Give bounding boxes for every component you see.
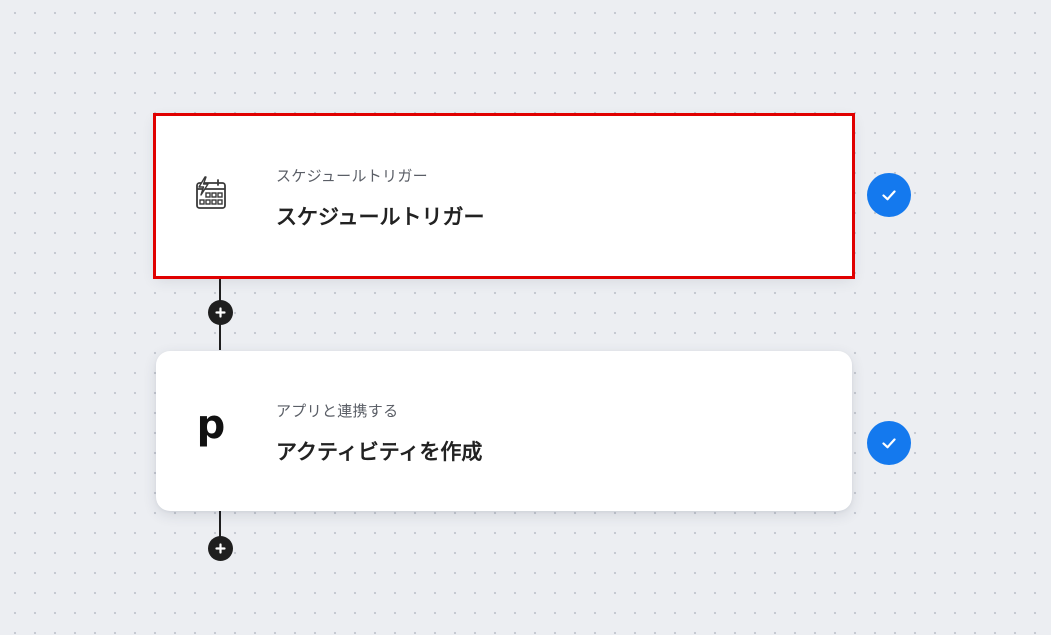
pipedrive-logo-icon: p bbox=[191, 405, 231, 449]
step-app-label: スケジュールトリガー bbox=[276, 167, 428, 185]
add-step-button[interactable] bbox=[208, 536, 233, 561]
step-action-title: アクティビティを作成 bbox=[276, 440, 483, 464]
schedule-calendar-bolt-icon bbox=[191, 174, 231, 214]
step-complete-check-icon bbox=[867, 173, 911, 217]
pipedrive-logo-glyph: p bbox=[196, 402, 226, 448]
plus-icon bbox=[215, 307, 226, 318]
flow-step-card-create-activity[interactable]: p アプリと連携する アクティビティを作成 bbox=[156, 351, 852, 511]
step-action-title: スケジュールトリガー bbox=[276, 205, 485, 229]
flow-step-card-schedule-trigger[interactable]: スケジュールトリガー スケジュールトリガー bbox=[153, 113, 855, 279]
plus-icon bbox=[215, 543, 226, 554]
step-complete-check-icon bbox=[867, 421, 911, 465]
step-app-label: アプリと連携する bbox=[276, 402, 399, 420]
add-step-button[interactable] bbox=[208, 300, 233, 325]
